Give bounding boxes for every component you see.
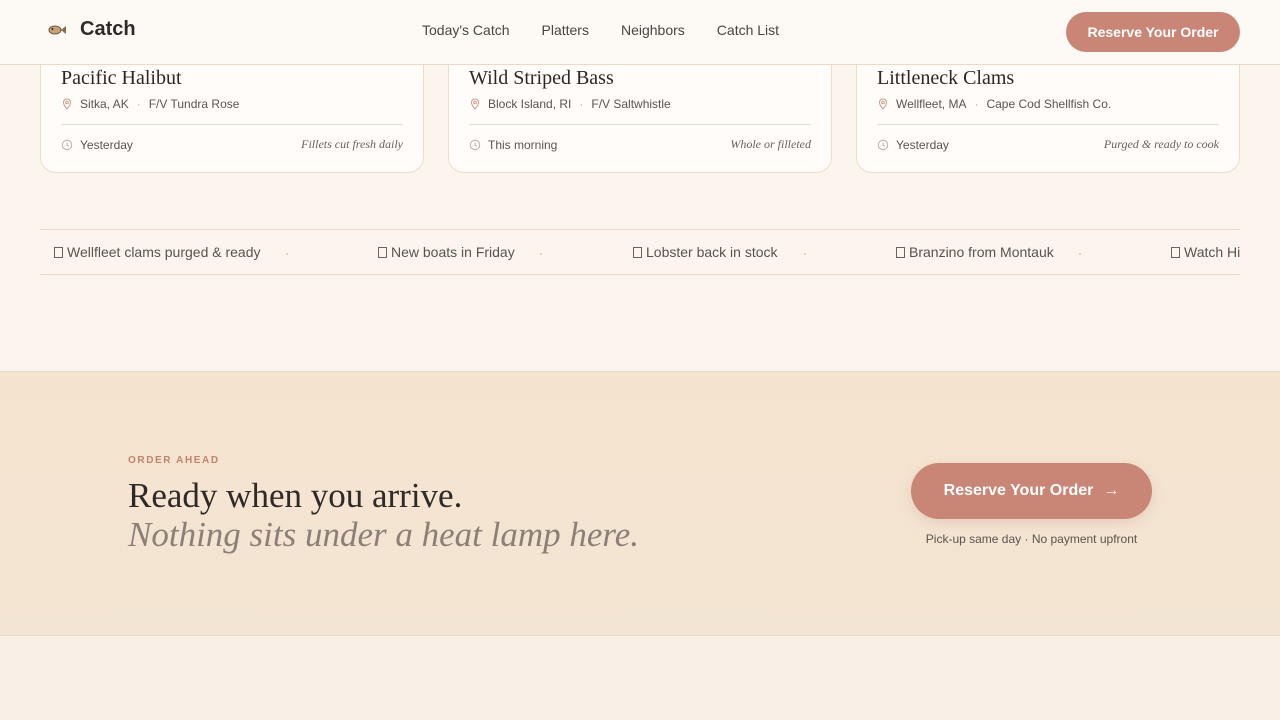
reserve-order-cta-button[interactable]: Reserve Your Order → [911,463,1152,519]
card-meta: Wellfleet, MA · Cape Cod Shellfish Co. [877,97,1111,111]
nav-platters[interactable]: Platters [542,22,589,38]
card-title: Pacific Halibut [61,67,182,89]
card-footer: Yesterday Purged & ready to cook [877,137,1219,152]
ticker-text: Branzino from Montauk [909,244,1054,260]
card-location: Sitka, AK [80,97,129,111]
ticker-separator [286,253,288,255]
card-meta: Block Island, RI · F/V Saltwhistle [469,97,671,111]
ticker-item: Branzino from Montauk [896,244,1054,260]
card-footer: This morning Whole or filleted [469,137,811,152]
card-location: Block Island, RI [488,97,572,111]
arrow-right-icon: → [1103,482,1120,499]
meta-separator: · [974,97,979,111]
ticker-text: Lobster back in stock [646,244,778,260]
card-divider [877,124,1219,125]
clock-icon [877,139,889,151]
logo[interactable]: Catch [46,18,136,41]
ticker-separator [804,253,806,255]
ticker-separator [540,253,542,255]
section-eyebrow: ORDER AHEAD [128,455,220,466]
meta-separator: · [136,97,141,111]
next-section-background [0,636,1280,720]
ticker-text: Watch Hi [1184,244,1240,260]
card-note: Whole or filleted [730,137,811,151]
box-icon [54,247,63,258]
cta-label: Reserve Your Order [943,482,1094,499]
card-title: Wild Striped Bass [469,67,614,89]
ticker-text: New boats in Friday [391,244,515,260]
nav-catch-list[interactable]: Catch List [717,22,779,38]
card-when-label: This morning [488,137,558,152]
map-pin-icon [469,98,481,110]
card-divider [469,124,811,125]
card-title: Littleneck Clams [877,67,1015,89]
card-vessel: F/V Saltwhistle [591,97,671,111]
card-note: Purged & ready to cook [1103,137,1219,151]
ticker-item: Watch Hi [1171,244,1240,260]
card-footer: Yesterday Fillets cut fresh daily [61,137,403,152]
nav-todays-catch[interactable]: Today's Catch [422,22,510,38]
site-header: Catch Today's Catch Platters Neighbors C… [0,0,1280,65]
box-icon [1171,247,1180,258]
card-location: Wellfleet, MA [896,97,967,111]
card-note: Fillets cut fresh daily [301,137,403,151]
section-subtitle: Nothing sits under a heat lamp here. [128,515,640,554]
section-title: Ready when you arrive. [128,476,463,515]
card-when: This morning [469,138,557,152]
card-when: Yesterday [877,138,949,152]
clock-icon [469,139,481,151]
map-pin-icon [877,98,889,110]
box-icon [896,247,905,258]
reserve-order-button[interactable]: Reserve Your Order [1066,12,1240,52]
nav-neighbors[interactable]: Neighbors [621,22,685,38]
ticker-item: New boats in Friday [378,244,515,260]
box-icon [633,247,642,258]
map-pin-icon [61,98,73,110]
card-when: Yesterday [61,138,133,152]
clock-icon [61,139,73,151]
logo-text: Catch [80,18,136,40]
card-vessel: Cape Cod Shellfish Co. [986,97,1112,111]
meta-separator: · [579,97,584,111]
card-when-label: Yesterday [80,137,133,152]
card-vessel: F/V Tundra Rose [148,97,240,111]
ticker-separator [1079,253,1081,255]
ticker-item: Wellfleet clams purged & ready [54,244,261,260]
order-ahead-section: ORDER AHEAD Ready when you arrive. Nothi… [0,371,1280,636]
ticker-text: Wellfleet clams purged & ready [67,244,261,260]
ticker-item: Lobster back in stock [633,244,778,260]
card-meta: Sitka, AK · F/V Tundra Rose [61,97,239,111]
card-when-label: Yesterday [896,137,949,152]
cta-note: Pick-up same day · No payment upfront [925,532,1138,546]
fish-icon [46,19,68,41]
main-nav: Today's Catch Platters Neighbors Catch L… [422,22,811,38]
card-divider [61,124,403,125]
box-icon [378,247,387,258]
news-ticker: Wellfleet clams purged & ready New boats… [40,229,1240,275]
